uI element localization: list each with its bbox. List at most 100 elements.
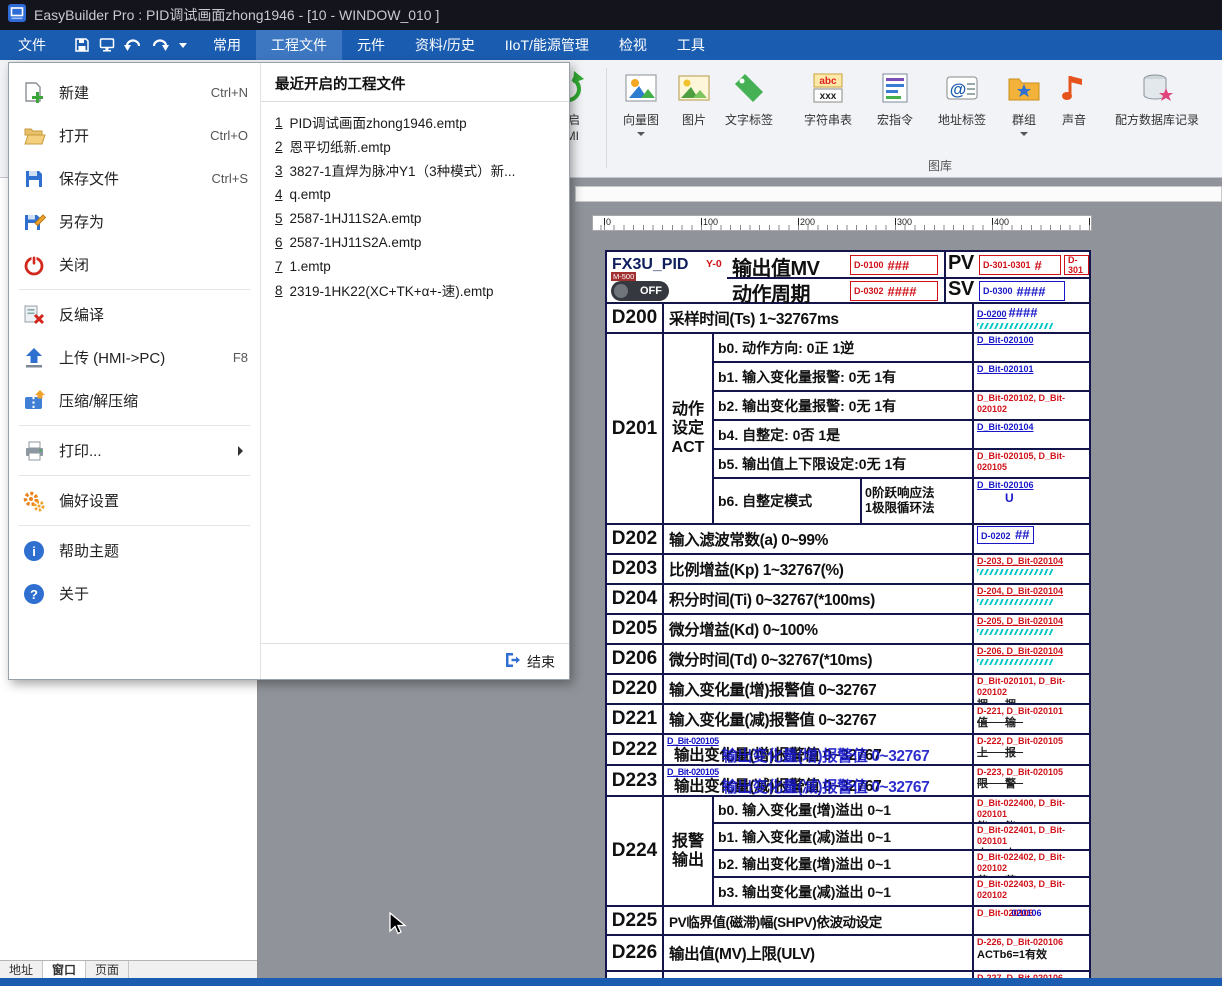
menu-separator: [19, 289, 250, 290]
menu-item-open[interactable]: 打开 Ctrl+O: [9, 114, 260, 157]
cycle-value-display[interactable]: D-0302####: [850, 281, 938, 301]
tab-window[interactable]: 窗口: [43, 961, 86, 978]
table-row: D202 输入滤波常数(a) 0~99% D-0202 ##: [607, 525, 1089, 555]
recent-file-item[interactable]: 1PID调试画面zhong1946.emtp: [261, 110, 569, 134]
register-label: D223: [607, 766, 664, 795]
tab-file[interactable]: 文件: [0, 30, 64, 60]
sv-value-display[interactable]: D-0300####: [979, 281, 1065, 301]
row-address[interactable]: D-205, D_Bit-020104: [972, 615, 1089, 643]
svg-text:@: @: [950, 80, 967, 99]
recent-files-panel: 最近开启的工程文件 1PID调试画面zhong1946.emtp 2恩平切纸新.…: [261, 63, 569, 679]
tab-page[interactable]: 页面: [86, 961, 129, 978]
toggle-switch[interactable]: OFF: [611, 281, 669, 301]
row-address[interactable]: D-222, D_Bit-020105 上 报: [972, 735, 1089, 764]
menu-item-decompile[interactable]: 反编译: [9, 293, 260, 336]
redo-icon[interactable]: [151, 38, 169, 53]
tab-address[interactable]: 地址: [0, 961, 43, 978]
compress-icon: [21, 388, 47, 414]
recent-file-item[interactable]: 4q.emtp: [261, 182, 569, 206]
ribbon-recipe-database-button[interactable]: 配方数据库记录: [1100, 65, 1214, 173]
svg-text:i: i: [32, 544, 36, 559]
overlapped-text: 能 能: [977, 821, 1086, 823]
menu-item-about[interactable]: ? 关于: [9, 572, 260, 615]
table-row: D205 微分增益(Kd) 0~100% D-205, D_Bit-020104: [607, 615, 1089, 645]
ruler-tick-label: 100: [703, 217, 718, 227]
tab-common[interactable]: 常用: [198, 30, 256, 60]
row-address[interactable]: D_Bit-020101: [972, 363, 1089, 390]
row-address[interactable]: D_Bit-020105, D_Bit-020105: [972, 450, 1089, 477]
menu-item-save-as[interactable]: 另存为: [9, 200, 260, 243]
row-address[interactable]: D_Bit-022402, D_Bit-020102苗 苗: [972, 851, 1089, 876]
tab-project-file[interactable]: 工程文件: [256, 30, 342, 60]
tab-tools[interactable]: 工具: [662, 30, 720, 60]
register-label: D200: [607, 304, 664, 332]
menu-item-save[interactable]: 保存文件 Ctrl+S: [9, 157, 260, 200]
row-address[interactable]: D-203, D_Bit-020104: [972, 555, 1089, 583]
row-address[interactable]: D_Bit-020106 U: [972, 479, 1089, 523]
ribbon-picture-button[interactable]: 图片: [672, 65, 716, 173]
recent-file-item[interactable]: 82319-1HK22(XC+TK+α+-速).emtp: [261, 278, 569, 302]
exit-button[interactable]: 结束: [503, 651, 555, 672]
pv-value-display[interactable]: D-301-0301#: [979, 255, 1061, 275]
table-subrow: b0. 输入变化量(增)溢出 0~1 D_Bit-022400, D_Bit-0…: [714, 797, 1089, 824]
chevron-down-icon[interactable]: [637, 132, 645, 140]
tab-iiot-energy[interactable]: IIoT/能源管理: [490, 30, 604, 60]
register-label: D225: [607, 907, 664, 934]
chevron-down-icon[interactable]: [1020, 132, 1028, 140]
row-address[interactable]: D_Bit-022401, D_Bit-020101木 木: [972, 824, 1089, 849]
row-address[interactable]: D-0202 ##: [972, 525, 1089, 553]
ribbon-text-label-button[interactable]: 文字标签: [718, 65, 780, 173]
row-address[interactable]: D_Bit-020102, D_Bit-020102: [972, 392, 1089, 419]
table-subrow: b5. 输出值上下限设定:0无 1有 D_Bit-020105, D_Bit-0…: [714, 450, 1089, 479]
row-address[interactable]: D_Bit-020106020106: [972, 907, 1089, 934]
row-address[interactable]: D-204, D_Bit-020104: [972, 585, 1089, 613]
recent-file-item[interactable]: 2恩平切纸新.emtp: [261, 134, 569, 158]
row-address[interactable]: D_Bit-020100: [972, 334, 1089, 361]
music-note-icon: [1056, 65, 1092, 111]
menu-item-print[interactable]: 打印...: [9, 429, 260, 472]
pv-label: PV: [948, 252, 974, 275]
row-address[interactable]: D-223, D_Bit-020105 限 警: [972, 766, 1089, 795]
row-address[interactable]: D_Bit-020101, D_Bit-020102 捆 捆: [972, 675, 1089, 703]
save-icon[interactable]: [74, 37, 90, 53]
table-subrow: b1. 输入变化量报警: 0无 1有 D_Bit-020101: [714, 363, 1089, 392]
subrow-text: b5. 输出值上下限设定:0无 1有: [714, 450, 972, 477]
menu-item-compress[interactable]: 压缩/解压缩: [9, 379, 260, 422]
subrow-text: b4. 自整定: 0否 1是: [714, 421, 972, 448]
download-to-hmi-icon[interactable]: [99, 37, 115, 53]
register-label: D201: [607, 334, 664, 523]
recent-file-item[interactable]: 71.emtp: [261, 254, 569, 278]
mv-value-display[interactable]: D-0100###: [850, 255, 938, 275]
row-address[interactable]: D-226, D_Bit-020106 ACTb6=1有效: [972, 936, 1089, 970]
tab-view[interactable]: 检视: [604, 30, 662, 60]
recent-file-item[interactable]: 52587-1HJ11S2A.emtp: [261, 206, 569, 230]
ribbon-sound-button[interactable]: 声音: [1052, 65, 1096, 173]
tab-data-history[interactable]: 资料/历史: [400, 30, 490, 60]
row-address[interactable]: D_Bit-022403, D_Bit-020102: [972, 878, 1089, 905]
row-address[interactable]: D_Bit-020104: [972, 421, 1089, 448]
overlapped-text: 限 警: [977, 778, 1086, 792]
recent-file-item[interactable]: 33827-1直焊为脉冲Y1（3种模式）新...: [261, 158, 569, 182]
pv-address-label[interactable]: D-301: [1064, 255, 1089, 275]
chevron-down-icon[interactable]: [178, 42, 188, 49]
menu-item-close[interactable]: 关闭: [9, 243, 260, 286]
menu-item-upload[interactable]: 上传 (HMI->PC) F8: [9, 336, 260, 379]
row-address[interactable]: D-0200####: [972, 304, 1089, 332]
row-description: 微分时间(Td) 0~32767(*10ms): [664, 645, 972, 673]
row-address[interactable]: D-221, D_Bit-020101 值 输: [972, 705, 1089, 733]
tab-elements[interactable]: 元件: [342, 30, 400, 60]
recent-file-item[interactable]: 62587-1HJ11S2A.emtp: [261, 230, 569, 254]
row-address[interactable]: D-206, D_Bit-020104: [972, 645, 1089, 673]
menu-item-help-topics[interactable]: i 帮助主题: [9, 529, 260, 572]
undo-icon[interactable]: [124, 38, 142, 53]
exit-icon: [503, 651, 521, 672]
menu-item-preferences[interactable]: 偏好设置: [9, 479, 260, 522]
menu-item-new[interactable]: 新建 Ctrl+N: [9, 71, 260, 114]
upload-icon: [21, 345, 47, 371]
table-subrow: b6. 自整定模式 0阶跃响应法 1极限循环法 D_Bit-020106 U: [714, 479, 1089, 523]
hmi-design-window[interactable]: FX3U_PID Y-0 输出值MV D-0100### PV D-301-03…: [605, 250, 1091, 986]
title-bar: EasyBuilder Pro : PID调试画面zhong1946 - [10…: [0, 0, 1222, 30]
row-description: 比例增益(Kp) 1~32767(%): [664, 555, 972, 583]
row-address[interactable]: D_Bit-022400, D_Bit-020101能 能: [972, 797, 1089, 822]
ribbon-vector-image-button[interactable]: 向量图: [612, 65, 670, 173]
